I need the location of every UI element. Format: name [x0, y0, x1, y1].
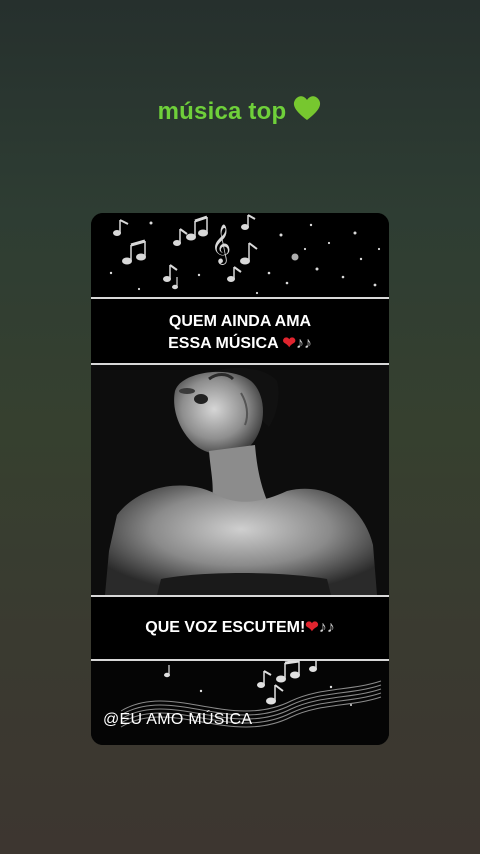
music-note-icon	[173, 228, 188, 246]
music-note-icon	[163, 264, 178, 282]
green-heart-icon	[292, 94, 322, 129]
music-notes-decoration-top: 𝄞	[91, 213, 389, 297]
caption-band-top: QUEM AINDA AMA ESSA MÚSICA ❤♪♪	[91, 297, 389, 365]
music-note-icon	[227, 266, 242, 282]
video-post-card[interactable]: 𝄞 QUEM AINDA AMA ESSA MÚSICA ❤♪♪ QUE VOZ…	[91, 213, 389, 745]
watermark-handle: @EU AMO MÚSICA	[103, 711, 253, 728]
caption-top-line2: ESSA MÚSICA	[168, 335, 279, 352]
music-note-icon	[266, 684, 284, 705]
treble-clef-icon: 𝄞	[211, 224, 231, 265]
story-caption: música top	[0, 94, 480, 129]
red-heart-icon: ❤	[305, 619, 319, 636]
music-note-icon	[257, 670, 272, 688]
caption-top-line1: QUEM AINDA AMA	[168, 313, 312, 330]
music-notes-decoration-bottom	[91, 657, 389, 745]
music-note-icon	[276, 659, 300, 683]
caption-band-bottom: QUE VOZ ESCUTEM!❤♪♪	[91, 595, 389, 661]
music-note-icon	[186, 215, 208, 241]
video-frame[interactable]	[91, 365, 389, 595]
music-note-icon	[240, 242, 258, 265]
caption-bottom-text: QUE VOZ ESCUTEM!	[145, 619, 306, 636]
svg-text:𝄞: 𝄞	[211, 224, 231, 265]
story-caption-text: música top	[157, 98, 287, 125]
music-note-icon	[172, 277, 178, 290]
music-notes-icon: ♪♪	[295, 335, 312, 352]
music-note-icon	[241, 214, 256, 230]
music-note-icon	[122, 239, 146, 265]
music-note-icon	[113, 219, 129, 236]
red-heart-icon: ❤	[282, 335, 296, 352]
music-note-icon	[164, 665, 170, 678]
music-notes-icon: ♪♪	[318, 619, 335, 636]
music-note-icon	[309, 657, 317, 672]
